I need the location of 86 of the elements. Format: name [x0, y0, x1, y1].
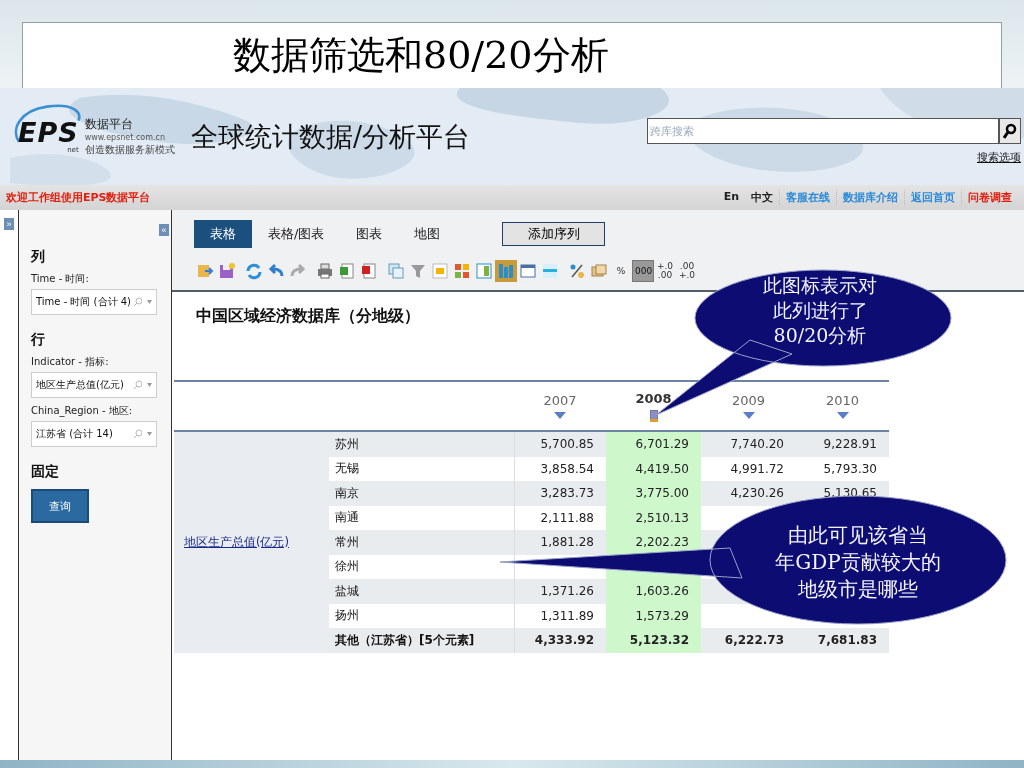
section-heading: 列	[31, 248, 45, 266]
logo-name: EPS	[18, 119, 79, 146]
search-icon	[133, 380, 142, 390]
platform-title: 全球统计数据/分析平台	[191, 119, 471, 154]
search-field[interactable]: 跨库搜索	[647, 118, 999, 144]
column-header[interactable]: 2008	[635, 390, 672, 406]
value-cell: 2,510.13	[606, 505, 701, 530]
view-tab[interactable]: 表格/图表	[252, 220, 341, 248]
search-icon	[133, 429, 142, 439]
value-cell: 1,311.89	[514, 603, 606, 628]
caret-icon	[147, 432, 152, 436]
value-cell: 2,202.23	[606, 530, 701, 555]
format-button[interactable]: %	[610, 260, 632, 282]
nav-link[interactable]: En	[717, 190, 745, 205]
query-button[interactable]: 查询	[31, 489, 89, 523]
value-cell: 4,333.92	[514, 628, 606, 653]
layout-icon[interactable]	[473, 260, 495, 282]
slide-title: 数据筛选和80/20分析	[233, 33, 609, 77]
region-cell: 常州	[329, 530, 514, 555]
caret-icon	[147, 300, 152, 304]
logo-url: www.epsnet.com.cn	[84, 132, 167, 143]
search-icon	[133, 297, 142, 307]
region-cell: 苏州	[329, 431, 514, 457]
value-cell: 3,775.00	[606, 481, 701, 506]
search-icon	[1003, 123, 1017, 139]
callout-text: 此图标表示对 此列进行了 80/20分析	[762, 273, 878, 348]
value-cell: 5,700.85	[514, 431, 606, 457]
value-cell: 1,573.29	[606, 603, 701, 628]
format-button[interactable]: +.0 .00	[654, 260, 676, 282]
column-header[interactable]: 2007	[543, 393, 577, 408]
value-cell: 5,123.32	[606, 628, 701, 653]
section-heading: 固定	[31, 463, 59, 481]
add-series-button[interactable]: 添加序列	[502, 222, 606, 246]
format-button[interactable]: 000	[632, 260, 654, 282]
view-tab[interactable]: 地图	[398, 220, 457, 248]
dimension-select[interactable]: 地区生产总值(亿元)	[31, 372, 157, 398]
nav-link[interactable]: 中文	[745, 190, 779, 205]
logo-tagline: 数据平台	[84, 117, 134, 132]
dataset-title: 中国区域经济数据库（分地级）	[196, 306, 420, 325]
value-cell: 7,740.20	[701, 431, 796, 457]
search-button[interactable]	[999, 118, 1021, 144]
value-cell: 4,230.26	[701, 481, 796, 506]
view-tab[interactable]: 图表	[340, 220, 399, 248]
value-cell: 2,111.88	[514, 505, 606, 530]
dimension-select[interactable]: 江苏省 (合计 14)	[31, 421, 157, 447]
region-cell: 徐州	[329, 554, 514, 579]
square-icon[interactable]	[429, 260, 451, 282]
value-cell: 3,858.54	[514, 456, 606, 481]
region-cell: 南通	[329, 505, 514, 530]
value-cell: 1,603.26	[606, 579, 701, 604]
value-cell: 6,701.29	[606, 431, 701, 457]
indicator-link[interactable]: 地区生产总值(亿元)	[184, 534, 289, 549]
analysis-marker-icon[interactable]	[649, 409, 658, 422]
value-cell: 6,222.73	[701, 628, 796, 653]
region-cell: 南京	[329, 481, 514, 506]
field-label: Time - 时间:	[31, 272, 90, 286]
value-cell: 4,419.50	[606, 456, 701, 481]
sort-icon[interactable]	[836, 412, 849, 419]
view-tab[interactable]: 表格	[194, 220, 252, 248]
value-cell: 3,283.73	[514, 481, 606, 506]
dimension-select[interactable]: Time - 时间 (合计 4)	[31, 289, 157, 315]
search-options-link[interactable]: 搜索选项	[977, 150, 1021, 165]
sort-icon[interactable]	[742, 412, 755, 419]
copy-icon[interactable]	[385, 260, 407, 282]
field-label: China_Region - 地区:	[31, 404, 134, 418]
value-cell: 1,371.26	[514, 579, 606, 604]
section-heading: 行	[31, 331, 45, 349]
value-cell: 5,793.30	[796, 456, 889, 481]
field-label: Indicator - 指标:	[31, 355, 110, 369]
nav-link[interactable]: 问卷调查	[961, 190, 1018, 205]
welcome-text: 欢迎工作组使用EPS数据平台	[6, 190, 151, 205]
region-cell: 盐城	[329, 579, 514, 604]
value-cell: 7,681.83	[796, 628, 889, 653]
logo-slogan: 创造数据服务新模式	[84, 143, 175, 156]
value-cell: 9,228.91	[796, 431, 889, 457]
callout-text: 由此可见该省当 年GDP贡献较大的 地级市是哪些	[774, 522, 942, 603]
format-button[interactable]: .00 +.0	[676, 260, 698, 282]
column-header[interactable]: 2010	[825, 393, 860, 408]
sort-icon[interactable]	[554, 412, 566, 419]
region-cell: 扬州	[329, 603, 514, 628]
column-header[interactable]: 2009	[731, 393, 766, 408]
value-cell: 1,881.28	[514, 530, 606, 555]
region-cell: 其他（江苏省）[5个元素]	[329, 628, 514, 653]
region-cell: 无锡	[329, 456, 514, 481]
caret-icon	[147, 383, 152, 387]
value-cell: 4,991.72	[701, 456, 796, 481]
